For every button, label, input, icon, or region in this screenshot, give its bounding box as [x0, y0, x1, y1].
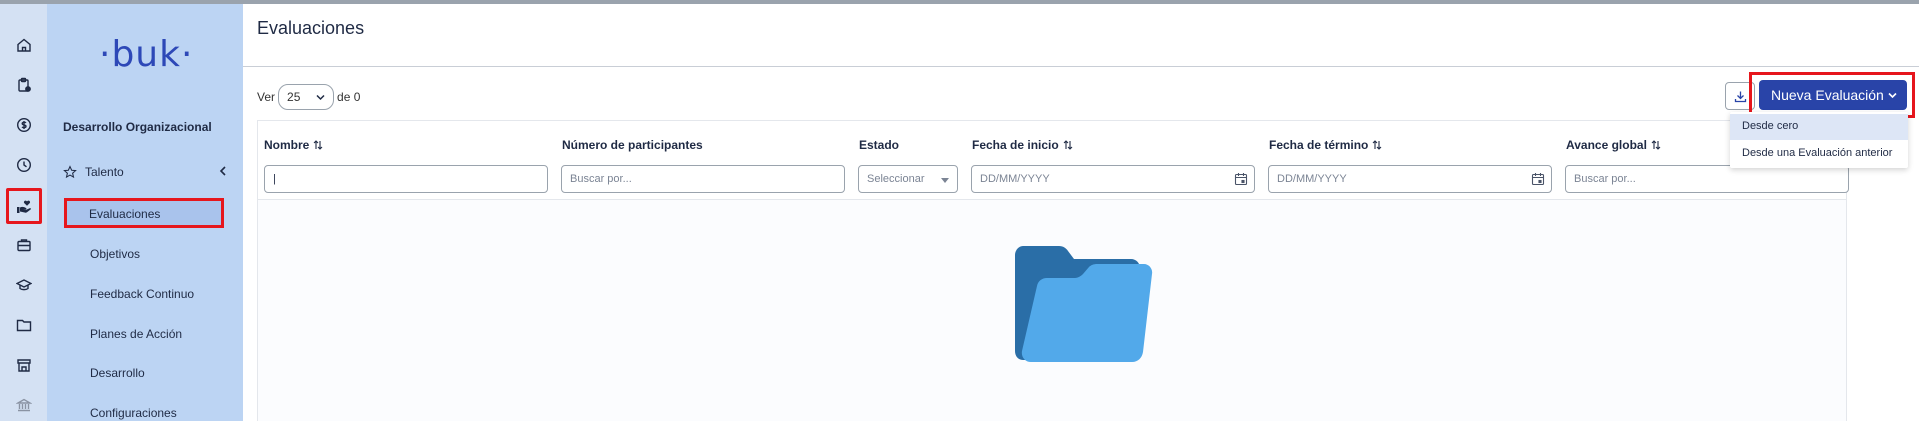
- clock-icon[interactable]: [9, 150, 39, 180]
- new-evaluation-label: Nueva Evaluación: [1771, 87, 1884, 103]
- filter-avance-input[interactable]: Buscar por...: [1565, 165, 1849, 193]
- caret-down-icon: [941, 178, 949, 183]
- menu-item-desde-cero[interactable]: Desde cero: [1730, 114, 1908, 140]
- per-page-prefix: Ver: [257, 90, 276, 104]
- calendar-icon[interactable]: [1234, 172, 1248, 186]
- chevron-down-icon: [316, 94, 325, 101]
- buk-logo[interactable]: ·buk·: [99, 34, 193, 75]
- column-header-fecha-termino[interactable]: Fecha de término: [1269, 138, 1382, 152]
- sidebar-item-desarrollo[interactable]: Desarrollo: [90, 366, 145, 380]
- column-label: Fecha de inicio: [972, 138, 1059, 152]
- home-icon[interactable]: [9, 30, 39, 60]
- empty-folder-illustration: [1015, 246, 1153, 362]
- download-icon: [1734, 91, 1746, 102]
- filter-placeholder: Buscar por...: [1574, 173, 1636, 185]
- filter-nombre-input[interactable]: |: [264, 165, 548, 193]
- icon-rail: [0, 4, 47, 421]
- column-label: Nombre: [264, 138, 310, 152]
- column-header-participantes: Número de participantes: [562, 138, 703, 152]
- sort-icon[interactable]: [1372, 139, 1382, 151]
- filter-value: |: [273, 173, 276, 185]
- column-header-estado: Estado: [859, 138, 899, 152]
- sidebar-item-configuraciones[interactable]: Configuraciones: [90, 406, 177, 420]
- filter-placeholder: Buscar por...: [570, 173, 632, 185]
- total-count: de 0: [337, 90, 361, 104]
- column-header-fecha-inicio[interactable]: Fecha de inicio: [972, 138, 1073, 152]
- filter-participantes-input[interactable]: Buscar por...: [561, 165, 845, 193]
- column-label: Estado: [859, 138, 900, 152]
- page-title: Evaluaciones: [257, 18, 365, 38]
- dollar-icon[interactable]: [9, 110, 39, 140]
- new-evaluation-menu: Desde cero Desde una Evaluación anterior: [1730, 112, 1908, 168]
- calendar-icon[interactable]: [1531, 172, 1545, 186]
- module-title: Desarrollo Organizacional: [63, 120, 212, 134]
- hand-heart-icon[interactable]: [6, 188, 42, 224]
- per-page-select[interactable]: 25: [278, 84, 335, 110]
- title-divider: [243, 66, 1919, 67]
- per-page-value: 25: [287, 90, 301, 104]
- briefcase-icon[interactable]: [9, 230, 39, 260]
- star-icon: [63, 165, 77, 179]
- sidebar-item-feedback-continuo[interactable]: Feedback Continuo: [90, 287, 194, 301]
- filter-fecha-termino-input[interactable]: DD/MM/YYYY: [1268, 165, 1552, 193]
- sidebar-group-talento[interactable]: Talento: [63, 162, 235, 182]
- chevron-down-icon: [1888, 92, 1897, 99]
- bank-icon[interactable]: [9, 390, 39, 420]
- sort-icon[interactable]: [1651, 139, 1661, 151]
- filter-placeholder: DD/MM/YYYY: [1277, 173, 1347, 185]
- new-evaluation-button[interactable]: Nueva Evaluación: [1759, 80, 1907, 110]
- column-label: Número de participantes: [562, 138, 703, 152]
- clipboard-icon[interactable]: [9, 70, 39, 100]
- sidebar-item-evaluaciones[interactable]: Evaluaciones: [64, 198, 224, 228]
- sidebar-item-planes-de-accion[interactable]: Planes de Acción: [90, 327, 182, 341]
- sidebar-item-objetivos[interactable]: Objetivos: [90, 247, 140, 261]
- folder-icon[interactable]: [9, 310, 39, 340]
- filter-estado-select[interactable]: Seleccionar: [858, 165, 958, 193]
- graduation-cap-icon[interactable]: [9, 270, 39, 300]
- filter-placeholder: DD/MM/YYYY: [980, 173, 1050, 185]
- column-header-nombre[interactable]: Nombre: [264, 138, 323, 152]
- top-border: [0, 0, 1919, 4]
- column-label: Fecha de término: [1269, 138, 1369, 152]
- sidebar: ·buk· Desarrollo Organizacional Talento …: [47, 4, 243, 421]
- filter-fecha-inicio-input[interactable]: DD/MM/YYYY: [971, 165, 1255, 193]
- sidebar-group-label: Talento: [85, 165, 124, 179]
- store-icon[interactable]: [9, 350, 39, 380]
- column-header-avance-global[interactable]: Avance global: [1566, 138, 1661, 152]
- menu-item-desde-evaluacion-anterior[interactable]: Desde una Evaluación anterior: [1730, 141, 1908, 167]
- column-label: Avance global: [1566, 138, 1647, 152]
- chevron-left-icon[interactable]: [217, 165, 229, 177]
- sort-icon[interactable]: [1063, 139, 1073, 151]
- filter-placeholder: Seleccionar: [867, 173, 925, 185]
- per-page-control: Ver 25 de 0: [257, 84, 360, 110]
- sort-icon[interactable]: [313, 139, 323, 151]
